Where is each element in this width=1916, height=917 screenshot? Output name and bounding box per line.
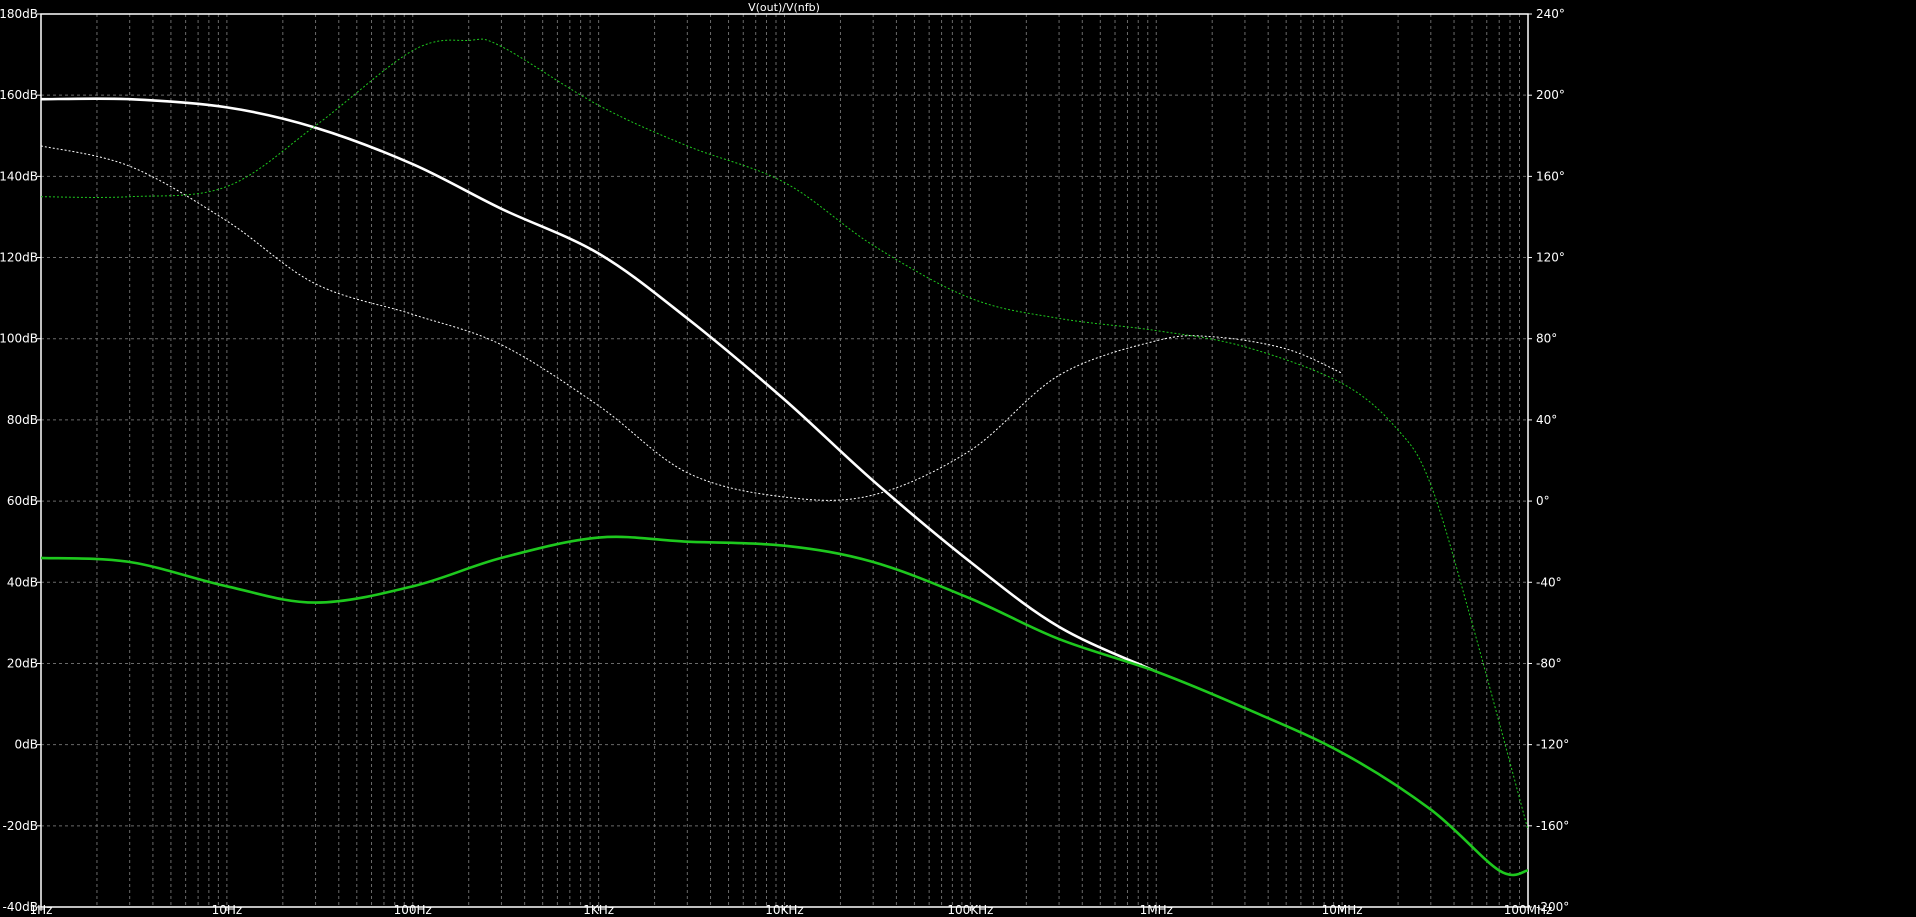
y-left-tick-label: 180dB — [0, 7, 38, 21]
y-right-tick-label: 240° — [1536, 7, 1565, 21]
y-left-tick-label: 100dB — [0, 332, 38, 346]
y-right-tick-label: -40° — [1536, 575, 1562, 589]
y-left-tick-label: -40dB — [3, 900, 38, 914]
y-left-tick-label: 60dB — [7, 494, 38, 508]
y-right-tick-label: 80° — [1536, 332, 1557, 346]
y-right-tick-label: -120° — [1536, 738, 1569, 752]
y-left-tick-label: 120dB — [0, 251, 38, 265]
y-left-tick-label: 20dB — [7, 656, 38, 670]
y-right-tick-label: 200° — [1536, 88, 1565, 102]
y-right-tick-label: 160° — [1536, 169, 1565, 183]
x-tick-label: 1KHz — [583, 903, 614, 917]
x-tick-label: 10KHz — [765, 903, 803, 917]
y-right-tick-label: 40° — [1536, 413, 1557, 427]
y-right-tick-label: -200° — [1536, 900, 1569, 914]
y-left-tick-label: 140dB — [0, 169, 38, 183]
y-right-tick-label: 0° — [1536, 494, 1550, 508]
y-right-tick-label: 120° — [1536, 251, 1565, 265]
y-left-tick-label: 0dB — [15, 738, 38, 752]
y-left-tick-label: 160dB — [0, 88, 38, 102]
x-tick-label: 10Hz — [212, 903, 243, 917]
grid — [41, 14, 1528, 907]
x-tick-label: 100Hz — [394, 903, 432, 917]
y-left-tick-label: -20dB — [3, 819, 38, 833]
x-tick-label: 100KHz — [947, 903, 993, 917]
y-right-tick-label: -160° — [1536, 819, 1569, 833]
axis-ticks: 1Hz 10Hz 100Hz 1KHz 10KHz 100KHz 1MHz 10MHz 100M… — [0, 7, 1569, 917]
x-tick-label: 10MHz — [1322, 903, 1363, 917]
chart-title: V(out)/V(nfb) — [748, 1, 820, 14]
bode-plot: 1Hz 10Hz 100Hz 1KHz 10KHz 100KHz 1MHz 10MHz 100M… — [0, 1, 1569, 917]
x-tick-label: 1MHz — [1140, 903, 1173, 917]
y-left-tick-label: 80dB — [7, 413, 38, 427]
y-right-tick-label: -80° — [1536, 656, 1562, 670]
y-left-tick-label: 40dB — [7, 575, 38, 589]
